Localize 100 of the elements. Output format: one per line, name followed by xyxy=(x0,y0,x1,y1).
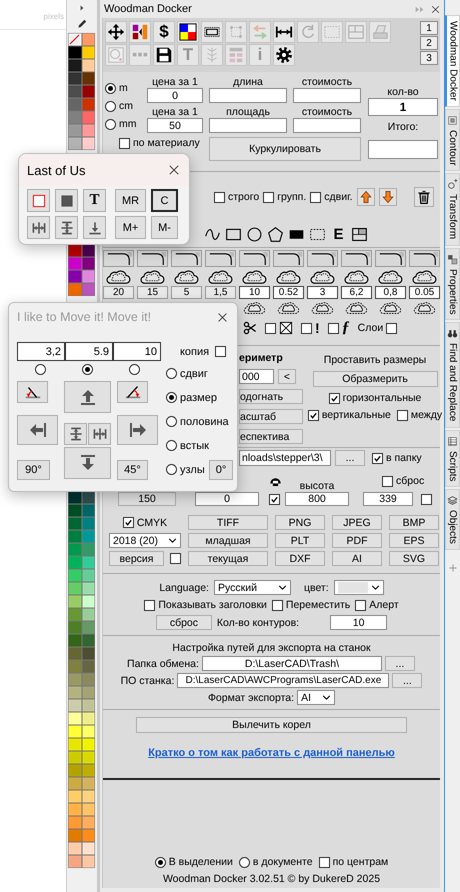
page-button[interactable]: 1 xyxy=(420,21,438,35)
less-button[interactable]: < xyxy=(278,369,296,384)
field-label: Формат экспорта: xyxy=(208,692,294,704)
format-button[interactable]: AI xyxy=(332,551,382,566)
browse-button[interactable]: ... xyxy=(384,656,415,671)
checkbox-label: в папку xyxy=(386,452,422,464)
checkbox-label: Переместить xyxy=(286,599,350,611)
format-button[interactable]: EPS xyxy=(389,533,439,548)
save-button[interactable]: текущая xyxy=(188,551,268,566)
radius-field[interactable]: 0.05 xyxy=(409,286,440,299)
side-tab[interactable]: Woodman Docker xyxy=(445,15,460,107)
reset-button[interactable]: сброс xyxy=(156,615,212,630)
side-tab[interactable]: Scripts xyxy=(445,430,460,488)
radius-field[interactable]: 3 xyxy=(307,286,338,299)
version-select[interactable]: 2018 (20) xyxy=(109,533,181,548)
price-field[interactable]: 50 xyxy=(147,118,203,133)
path-field[interactable]: nloads\stepper\3\ xyxy=(239,450,331,466)
checkbox-label: сдвиг. xyxy=(324,191,353,203)
value-field[interactable]: 5.9 xyxy=(65,342,113,361)
side-tab[interactable]: Contour xyxy=(445,108,460,172)
action-button[interactable]: одогнать xyxy=(239,389,303,404)
checkbox-label: между xyxy=(410,409,442,421)
folder-field[interactable]: D:\LaserCAD\Trash\ xyxy=(202,656,382,671)
help-link[interactable]: Кратко о том как работать с данной панелью xyxy=(148,747,395,759)
field-label: Папка обмена: xyxy=(127,658,199,670)
angle-button[interactable]: 45° xyxy=(117,460,148,480)
save-button[interactable]: младшая xyxy=(188,533,268,548)
field-label: длина xyxy=(232,76,264,88)
radius-field[interactable]: 6,2 xyxy=(341,286,372,299)
format-select[interactable]: AI xyxy=(297,690,336,705)
field-label: Language: xyxy=(159,582,209,594)
radius-field[interactable]: 0.52 xyxy=(273,286,304,299)
browse-button[interactable]: ... xyxy=(335,450,365,466)
checkbox-label: групп. xyxy=(277,191,306,203)
field-label: стоимость xyxy=(300,76,354,88)
shape-letter[interactable]: E xyxy=(330,226,347,243)
tool-button[interactable]: MR xyxy=(115,189,146,212)
format-button[interactable]: PLT xyxy=(275,533,325,548)
quantity-field[interactable]: 1 xyxy=(368,98,438,116)
radio-label: в документе xyxy=(252,856,313,868)
value-field[interactable]: 10 xyxy=(113,342,161,361)
width-button[interactable]: 150 xyxy=(118,492,176,506)
checkbox-label: вертикальные xyxy=(322,409,391,421)
checkbox-label: горизонтальные xyxy=(342,392,422,404)
version-button[interactable]: версия xyxy=(109,551,164,566)
angle-button[interactable]: 0° xyxy=(209,460,233,480)
format-button[interactable]: PNG xyxy=(275,515,325,530)
format-button[interactable]: JPEG xyxy=(332,515,382,530)
field-label: стоимость xyxy=(300,106,354,118)
checkbox-label: строго xyxy=(228,191,260,203)
tool-button[interactable]: $ xyxy=(153,21,175,43)
page-button[interactable]: 2 xyxy=(420,36,438,50)
field-label: цена за 1 xyxy=(151,106,199,118)
format-button[interactable]: SVG xyxy=(389,551,439,566)
radio-label: размер xyxy=(180,392,217,404)
field-label: площадь xyxy=(225,106,271,118)
radius-field[interactable]: 10 xyxy=(239,286,270,299)
browse-button[interactable]: ... xyxy=(392,673,422,688)
field-label: Итого: xyxy=(388,121,418,133)
contours-field[interactable]: 10 xyxy=(330,615,388,630)
side-tab[interactable]: Transform xyxy=(445,173,460,246)
field-label: высота xyxy=(298,480,336,492)
repair-button[interactable]: Вылечить корел xyxy=(136,717,407,733)
perimeter-field[interactable]: 000 xyxy=(239,369,274,384)
save-button[interactable]: TIFF xyxy=(188,515,268,530)
field-label: цена за 1 xyxy=(151,76,199,88)
side-tab[interactable]: Properties xyxy=(445,248,460,320)
price-field[interactable]: 0 xyxy=(147,88,203,103)
page-button[interactable]: 3 xyxy=(420,51,438,65)
angle-button[interactable]: 90° xyxy=(17,460,50,480)
unit-label: cm xyxy=(119,100,133,112)
section-title: Настройка путей для экспорта на станок xyxy=(172,642,371,654)
tool-button[interactable]: M- xyxy=(151,216,178,239)
language-select[interactable]: Русский xyxy=(214,580,291,595)
offset-field[interactable]: 0 xyxy=(195,492,259,506)
tool-button[interactable]: M+ xyxy=(115,216,146,239)
radio-label: В выделении xyxy=(168,856,233,868)
side-tab[interactable]: Find and Replace xyxy=(445,322,460,428)
ruler-unit: pixels xyxy=(44,12,64,21)
dimension-button[interactable]: Образмерить xyxy=(312,371,438,387)
checkbox-label: по материалу xyxy=(133,137,200,149)
checkbox-label: сброс xyxy=(396,475,424,487)
size-field[interactable]: 339 xyxy=(363,492,413,506)
format-button[interactable]: PDF xyxy=(332,533,382,548)
radius-field[interactable]: 0,8 xyxy=(375,286,406,299)
tool-button[interactable]: C xyxy=(151,189,178,212)
format-button[interactable]: DXF xyxy=(275,551,325,566)
action-button[interactable]: асштаб xyxy=(239,409,303,424)
window-title: Last of Us xyxy=(27,162,86,178)
value-field[interactable]: 3,2 xyxy=(17,342,65,361)
side-tab[interactable]: Objects xyxy=(445,489,460,550)
radio-label: сдвиг xyxy=(180,368,208,380)
checkbox-label: Показывать заголовки xyxy=(158,599,267,611)
program-field[interactable]: D:\LaserCAD\AWCPrograms\LaserCAD.exe xyxy=(177,673,390,688)
height-field[interactable]: 800 xyxy=(285,492,349,506)
panel-title: Woodman Docker xyxy=(104,3,192,15)
calculate-button[interactable]: Куркулировать xyxy=(209,137,361,161)
tool-button[interactable]: T xyxy=(83,189,106,212)
format-button[interactable]: BMP xyxy=(389,515,439,530)
action-button[interactable]: еспектива xyxy=(239,429,303,444)
